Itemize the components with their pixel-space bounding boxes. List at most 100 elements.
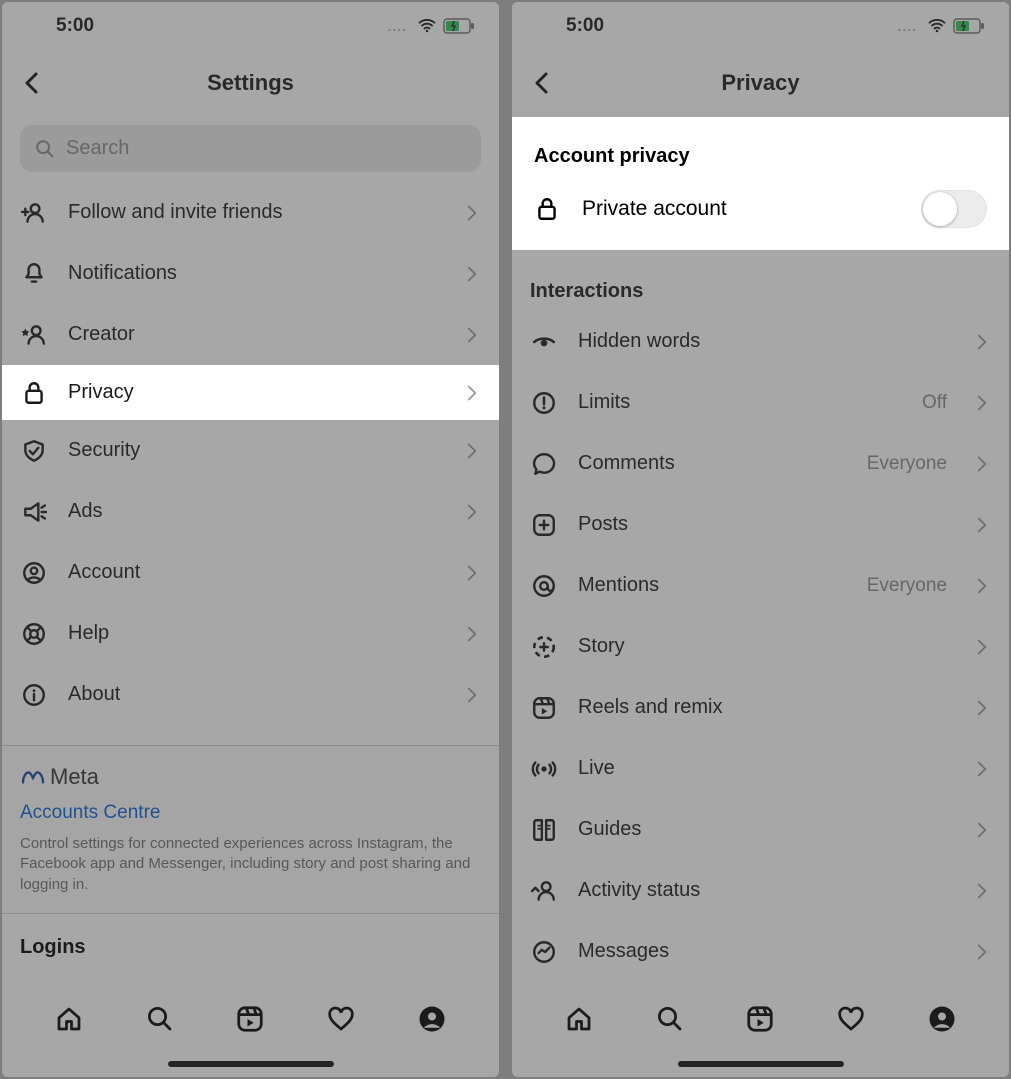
tab-activity[interactable] [323, 1001, 359, 1037]
row-messages[interactable]: Messages [512, 921, 1009, 982]
row-privacy[interactable]: Privacy [2, 365, 499, 420]
battery-icon [443, 18, 475, 34]
tab-home[interactable] [561, 1001, 597, 1037]
chevron-right-icon [463, 382, 481, 404]
row-security[interactable]: Security [2, 420, 499, 481]
row-posts[interactable]: Posts [512, 494, 1009, 555]
row-label: Story [578, 635, 953, 658]
row-label: Follow and invite friends [68, 201, 443, 224]
home-indicator[interactable] [678, 1061, 844, 1067]
home-indicator[interactable] [168, 1061, 334, 1067]
plus-square-icon [530, 511, 558, 539]
row-label: Help [68, 622, 443, 645]
logins-heading: Logins [2, 914, 499, 975]
status-bar: 5:00 .... [512, 2, 1009, 49]
row-help[interactable]: Help [2, 603, 499, 664]
search-placeholder: Search [66, 137, 129, 160]
tab-home[interactable] [51, 1001, 87, 1037]
reels-icon [530, 694, 558, 722]
chevron-right-icon [973, 514, 991, 536]
chevron-right-icon [463, 562, 481, 584]
messenger-icon [530, 938, 558, 966]
row-label: Hidden words [578, 330, 953, 353]
row-hidden-words[interactable]: Hidden words [512, 311, 1009, 372]
activity-icon [530, 877, 558, 905]
tab-reels[interactable] [232, 1001, 268, 1037]
chevron-right-icon [973, 636, 991, 658]
comment-icon [530, 450, 558, 478]
status-time: 5:00 [56, 15, 94, 37]
row-detail: Everyone [867, 575, 947, 597]
user-circle-icon [20, 559, 48, 587]
wifi-icon [927, 16, 947, 36]
interactions-heading: Interactions [512, 250, 1009, 311]
row-comments[interactable]: Comments Everyone [512, 433, 1009, 494]
row-ads[interactable]: Ads [2, 481, 499, 542]
row-follow-invite[interactable]: Follow and invite friends [2, 182, 499, 243]
tab-activity[interactable] [833, 1001, 869, 1037]
row-label: Guides [578, 818, 953, 841]
book-icon [530, 816, 558, 844]
row-story[interactable]: Story [512, 616, 1009, 677]
row-label: Notifications [68, 262, 443, 285]
chevron-right-icon [973, 392, 991, 414]
status-bar: 5:00 .... [2, 2, 499, 49]
row-label: Comments [578, 452, 847, 475]
row-label: Account [68, 561, 443, 584]
row-private-account[interactable]: Private account [512, 182, 1009, 238]
cellular-dots-icon: .... [897, 18, 917, 34]
chevron-right-icon [463, 202, 481, 224]
accounts-centre-link[interactable]: Accounts Centre [20, 802, 481, 824]
row-notifications[interactable]: Notifications [2, 243, 499, 304]
row-limits[interactable]: Limits Off [512, 372, 1009, 433]
row-reels-remix[interactable]: Reels and remix [512, 677, 1009, 738]
row-guides[interactable]: Guides [512, 799, 1009, 860]
row-account[interactable]: Account [2, 542, 499, 603]
alert-circle-icon [530, 389, 558, 417]
meta-brand-text: Meta [50, 764, 99, 790]
row-label: About [68, 683, 443, 706]
row-label: Mentions [578, 574, 847, 597]
shield-icon [20, 437, 48, 465]
chevron-right-icon [973, 575, 991, 597]
tab-profile[interactable] [924, 1001, 960, 1037]
row-about[interactable]: About [2, 664, 499, 725]
meta-description: Control settings for connected experienc… [20, 834, 481, 895]
tab-reels[interactable] [742, 1001, 778, 1037]
chevron-right-icon [463, 623, 481, 645]
creator-icon [20, 321, 48, 349]
row-label: Activity status [578, 879, 953, 902]
privacy-screen: 5:00 .... Privacy Account privacy Privat… [512, 2, 1009, 1077]
settings-screen: 5:00 .... Settings Search Follow and inv… [2, 2, 499, 1077]
back-button[interactable] [524, 65, 560, 101]
page-title: Settings [2, 70, 499, 96]
search-icon [34, 138, 56, 160]
tab-profile[interactable] [414, 1001, 450, 1037]
chevron-right-icon [463, 440, 481, 462]
row-activity-status[interactable]: Activity status [512, 860, 1009, 921]
private-account-label: Private account [582, 197, 899, 221]
back-button[interactable] [14, 65, 50, 101]
row-label: Creator [68, 323, 443, 346]
row-mentions[interactable]: Mentions Everyone [512, 555, 1009, 616]
row-live[interactable]: Live [512, 738, 1009, 799]
wifi-icon [417, 16, 437, 36]
chevron-right-icon [973, 758, 991, 780]
row-detail: Everyone [867, 453, 947, 475]
lock-icon [534, 196, 560, 222]
row-creator[interactable]: Creator [2, 304, 499, 365]
chevron-right-icon [463, 324, 481, 346]
tab-search[interactable] [652, 1001, 688, 1037]
page-title: Privacy [512, 70, 1009, 96]
row-label: Messages [578, 940, 953, 963]
at-icon [530, 572, 558, 600]
private-account-toggle[interactable] [921, 190, 987, 228]
info-icon [20, 681, 48, 709]
row-label: Live [578, 757, 953, 780]
megaphone-icon [20, 498, 48, 526]
chevron-right-icon [463, 501, 481, 523]
chevron-right-icon [973, 819, 991, 841]
story-icon [530, 633, 558, 661]
tab-search[interactable] [142, 1001, 178, 1037]
search-input[interactable]: Search [20, 125, 481, 172]
